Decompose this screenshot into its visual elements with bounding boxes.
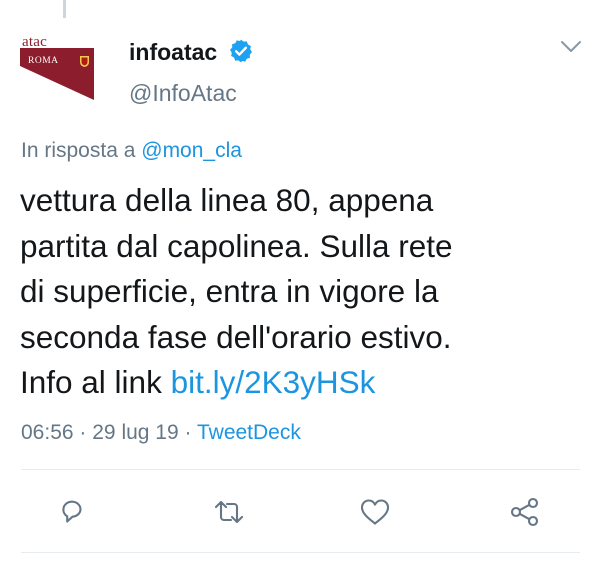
- tweet-text: vettura della linea 80, appena partita d…: [20, 178, 585, 406]
- meta-separator: ·: [184, 421, 192, 444]
- tweet-time: 06:56: [21, 421, 74, 444]
- tweet-text-line: Info al link bit.ly/2K3yHSk: [20, 360, 585, 406]
- tweet-link[interactable]: bit.ly/2K3yHSk: [171, 364, 376, 400]
- reply-button[interactable]: [55, 495, 89, 529]
- tweet-text-line: di superficie, entra in vigore la: [20, 273, 439, 309]
- share-icon: [510, 497, 539, 527]
- tweet-text-line: vettura della linea 80, appena: [20, 182, 434, 218]
- heart-icon: [360, 499, 390, 525]
- reply-prefix: In risposta a: [21, 139, 136, 162]
- author-name[interactable]: infoatac: [129, 39, 217, 66]
- retweet-icon: [214, 500, 244, 524]
- thread-connector-line: [63, 0, 66, 18]
- tweet-text-link-prefix: Info al link: [20, 364, 162, 400]
- chevron-down-icon[interactable]: [560, 40, 582, 54]
- meta-separator: ·: [79, 421, 87, 444]
- crest-icon: [80, 56, 89, 67]
- avatar[interactable]: atac ROMA: [20, 34, 100, 100]
- tweet-meta: 06:56 · 29 lug 19 · TweetDeck: [21, 421, 301, 445]
- share-button[interactable]: [508, 495, 542, 529]
- reply-context: In risposta a @mon_cla: [21, 139, 242, 163]
- avatar-city-text: ROMA: [28, 56, 59, 66]
- like-button[interactable]: [358, 495, 392, 529]
- divider: [21, 469, 580, 470]
- author-handle[interactable]: @InfoAtac: [129, 80, 237, 107]
- verified-badge-icon: [230, 39, 252, 63]
- tweet-text-line: partita dal capolinea. Sulla rete: [20, 227, 453, 264]
- reply-icon: [62, 500, 82, 523]
- divider: [21, 552, 580, 553]
- retweet-button[interactable]: [212, 495, 246, 529]
- tweet-source-link[interactable]: TweetDeck: [197, 421, 301, 444]
- mention-link[interactable]: @mon_cla: [141, 139, 242, 162]
- tweet-date[interactable]: 29 lug 19: [92, 421, 178, 444]
- tweet-text-line: seconda fase dell'orario estivo.: [20, 318, 452, 355]
